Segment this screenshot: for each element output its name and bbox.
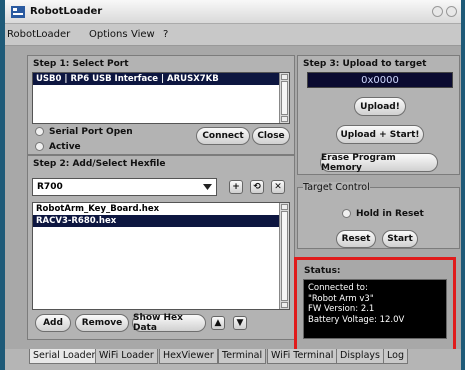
scroll-thumb[interactable]: [281, 211, 288, 301]
port-list[interactable]: USB0 | RP6 USB Interface | ARUSX7KB: [32, 72, 290, 124]
upload-start-button[interactable]: Upload + Start!: [336, 125, 424, 144]
status-line: Connected to:: [308, 283, 368, 293]
hold-reset-label: Hold in Reset: [356, 209, 424, 219]
start-button[interactable]: Start: [382, 230, 418, 248]
tab-log[interactable]: Log: [383, 349, 408, 364]
step2-title: Step 2: Add/Select Hexfile: [33, 159, 166, 169]
status-console: Connected to: "Robot Arm v3" FW Version:…: [303, 279, 447, 339]
scroll-up-icon[interactable]: [281, 74, 288, 80]
move-up-icon[interactable]: ▲: [211, 316, 225, 330]
hexfile-item-selected[interactable]: RACV3-R680.hex: [33, 215, 289, 227]
add-button[interactable]: Add: [35, 314, 71, 332]
tab-serial-loader[interactable]: Serial Loader: [29, 349, 100, 364]
menu-help[interactable]: ?: [163, 29, 168, 40]
status-line: FW Version: 2.1: [308, 304, 375, 314]
hold-reset-radio[interactable]: [342, 209, 351, 218]
move-down-icon[interactable]: ▼: [233, 316, 247, 330]
upload-button[interactable]: Upload!: [354, 97, 406, 116]
remove-button[interactable]: Remove: [75, 314, 129, 332]
scroll-down-icon[interactable]: [281, 302, 288, 308]
tab-wifi-terminal[interactable]: WiFi Terminal: [267, 349, 338, 364]
step3-title: Step 3: Upload to target: [303, 59, 427, 69]
menu-view[interactable]: View: [131, 29, 155, 40]
active-label: Active: [49, 142, 81, 152]
tab-displays[interactable]: Displays: [336, 349, 384, 364]
target-control-panel: Target Control Hold in Reset Reset Start: [297, 182, 460, 249]
serial-open-radio[interactable]: [35, 127, 44, 136]
status-title: Status:: [304, 266, 341, 276]
remove-file-icon[interactable]: ✕: [271, 180, 285, 194]
step1-title: Step 1: Select Port: [33, 59, 129, 69]
status-line: Battery Voltage: 12.0V: [308, 314, 405, 325]
device-value: R700: [37, 182, 63, 192]
tab-bar: Serial Loader WiFi Loader HexViewer Term…: [5, 349, 461, 370]
status-line: "Robot Arm v3": [308, 293, 374, 304]
show-hex-button[interactable]: Show Hex Data: [132, 313, 206, 333]
chevron-down-icon[interactable]: [203, 184, 212, 190]
hexfile-list[interactable]: RobotArm_Key_Board.hex RACV3-R680.hex: [32, 202, 290, 310]
scroll-up-icon[interactable]: [281, 204, 288, 210]
minimize-button[interactable]: [432, 6, 443, 17]
menu-options[interactable]: Options: [89, 29, 128, 40]
reset-button[interactable]: Reset: [336, 230, 376, 248]
tab-wifi-loader[interactable]: WiFi Loader: [95, 349, 158, 364]
step1-panel: Step 1: Select Port USB0 | RP6 USB Inter…: [27, 55, 295, 155]
window-title: RobotLoader: [30, 6, 103, 17]
scroll-thumb[interactable]: [281, 81, 288, 115]
device-select[interactable]: R700: [32, 178, 217, 196]
menu-bar: RobotLoader Options View ?: [5, 24, 461, 46]
app-icon: [11, 6, 25, 18]
close-button[interactable]: Close: [252, 127, 290, 145]
tab-hexviewer[interactable]: HexViewer: [159, 349, 218, 364]
port-item[interactable]: USB0 | RP6 USB Interface | ARUSX7KB: [33, 73, 289, 85]
address-display: 0x0000: [307, 72, 453, 88]
close-window-button[interactable]: [446, 6, 457, 17]
add-file-icon[interactable]: +: [229, 180, 243, 194]
active-radio[interactable]: [35, 142, 44, 151]
erase-memory-button[interactable]: Erase Program Memory: [320, 153, 438, 173]
target-control-title: Target Control: [303, 182, 370, 193]
step2-panel: Step 2: Add/Select Hexfile R700 + ⟲ ✕ Ro…: [27, 155, 295, 340]
scroll-down-icon[interactable]: [281, 116, 288, 122]
tab-terminal[interactable]: Terminal: [218, 349, 267, 364]
title-bar: RobotLoader: [5, 0, 461, 24]
step3-panel: Step 3: Upload to target 0x0000 Upload! …: [297, 55, 460, 175]
reload-icon[interactable]: ⟲: [250, 180, 264, 194]
port-list-scrollbar[interactable]: [279, 73, 289, 123]
connect-button[interactable]: Connect: [196, 127, 250, 145]
hexfile-item[interactable]: RobotArm_Key_Board.hex: [33, 203, 289, 215]
serial-open-label: Serial Port Open: [49, 127, 133, 137]
menu-robotloader[interactable]: RobotLoader: [7, 29, 70, 40]
hexfile-list-scrollbar[interactable]: [279, 203, 289, 309]
